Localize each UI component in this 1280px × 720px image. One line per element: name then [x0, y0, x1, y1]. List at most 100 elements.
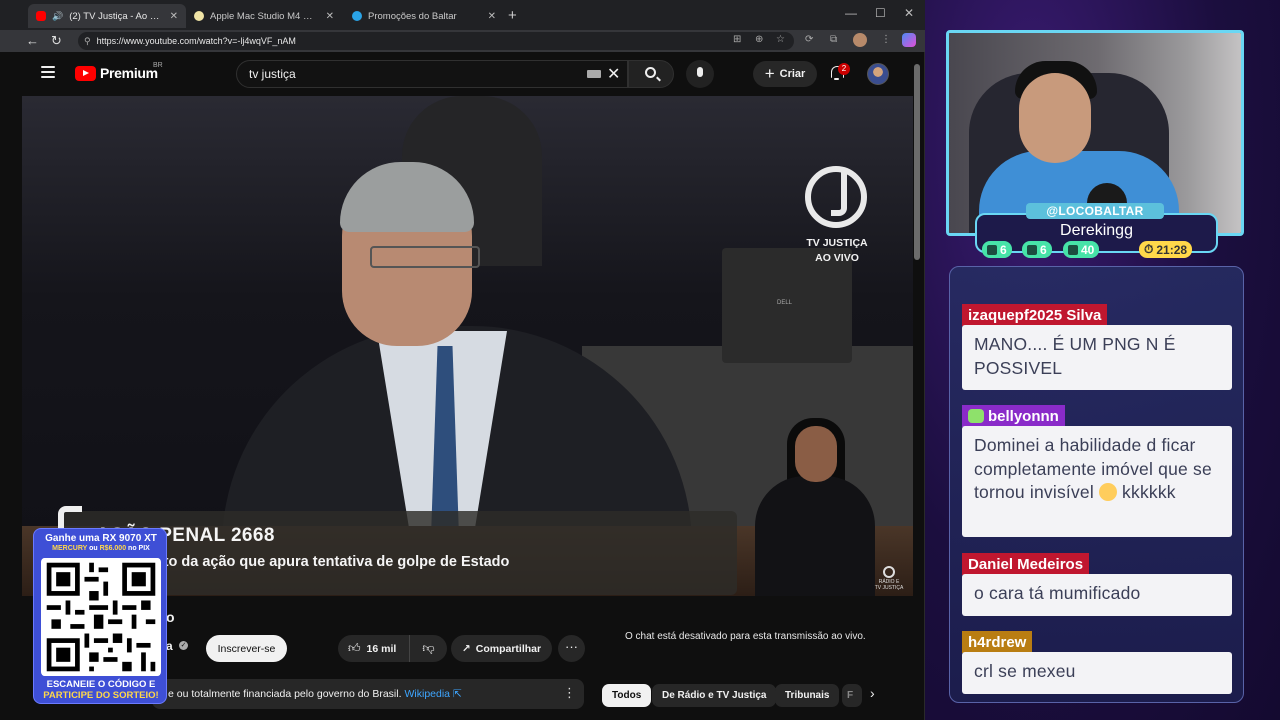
site-info-icon[interactable]: ⚲ — [84, 36, 91, 47]
menu-dots-icon[interactable]: ⋮ — [881, 34, 891, 45]
store-favicon-icon — [194, 11, 204, 21]
voice-search-button[interactable] — [686, 60, 714, 88]
tab-label: (2) TV Justiça - Ao vivo - You — [69, 10, 163, 22]
video-player[interactable]: TV JUSTIÇA AO VIVO AÇÃO PENAL 2668 Julga… — [22, 96, 913, 596]
zoom-icon[interactable]: ⊕ — [755, 34, 763, 45]
close-icon[interactable]: ✕ — [326, 11, 334, 22]
thumbs-up-icon: 👍︎ — [348, 641, 361, 655]
qr-code-icon — [41, 558, 161, 676]
youtube-play-icon — [75, 65, 96, 81]
chat-message: Dominei a habilidade d ficar completamen… — [962, 426, 1232, 537]
giveaway-qr-card: Ganhe uma RX 9070 XT MERCURY ou R$6.000 … — [33, 528, 167, 704]
browser-window: 🔊 (2) TV Justiça - Ao vivo - You ✕ Apple… — [0, 0, 925, 720]
account-avatar[interactable] — [867, 63, 889, 85]
cat-badge-icon — [968, 409, 984, 423]
profile-avatar[interactable] — [853, 33, 867, 47]
clear-search-icon[interactable]: ✕ — [607, 64, 620, 84]
tab-strip: 🔊 (2) TV Justiça - Ao vivo - You ✕ Apple… — [0, 0, 925, 30]
create-button[interactable]: + Criar — [753, 61, 817, 87]
funding-info-panel: e ou totalmente financiada pelo governo … — [152, 679, 584, 709]
twitch-count: 6 — [1000, 242, 1007, 257]
video-speaker-glasses — [370, 246, 480, 268]
video-title: o — [166, 609, 175, 625]
close-icon[interactable]: ✕ — [488, 11, 496, 22]
maximize-icon[interactable]: ☐ — [875, 6, 886, 20]
close-window-icon[interactable]: ✕ — [904, 6, 914, 20]
tab-apple[interactable]: Apple Mac Studio M4 Max 16-co ✕ — [186, 4, 342, 28]
new-tab-icon[interactable]: + — [508, 7, 517, 24]
chat-message: crl se mexeu — [962, 652, 1232, 694]
twitch-viewers-badge: 6 — [982, 241, 1012, 258]
like-button[interactable]: 👍︎ 16 mil — [338, 635, 410, 662]
extension-icon[interactable]: ⟳ — [805, 34, 813, 45]
info-text: e ou totalmente financiada pelo governo … — [168, 688, 402, 700]
bookmark-star-icon[interactable]: ☆ — [776, 34, 785, 45]
wikipedia-link[interactable]: Wikipedia — [405, 688, 451, 700]
uptime-value: 21:28 — [1156, 242, 1188, 257]
notification-badge: 2 — [838, 63, 850, 75]
telegram-favicon-icon — [352, 11, 362, 21]
tab-promocoes[interactable]: Promoções do Baltar ✕ — [344, 4, 504, 28]
youtube-premium-logo[interactable]: Premium BR — [75, 62, 163, 81]
chat-username: izaquepf2025 Silva — [962, 304, 1108, 326]
info-more-icon[interactable]: ⋮ — [563, 685, 576, 701]
chat-message: o cara tá mumificado — [962, 574, 1232, 616]
chip-todos[interactable]: Todos — [602, 684, 652, 707]
chat-message-text: Dominei a habilidade d ficar completamen… — [974, 435, 1212, 502]
chat-message-suffix: kkkkkk — [1117, 482, 1176, 502]
giveaway-title: Ganhe uma RX 9070 XT — [45, 533, 157, 544]
tab-label: Promoções do Baltar — [368, 10, 457, 22]
youtube-icon — [1027, 244, 1037, 255]
back-arrow-icon[interactable]: ← — [26, 33, 39, 48]
twitch-icon — [987, 244, 997, 255]
giveaway-sub-d: no PIX — [126, 545, 150, 552]
install-app-icon[interactable]: ⊞ — [733, 34, 741, 45]
menu-icon[interactable] — [41, 66, 55, 78]
verified-check-icon: ✓ — [179, 641, 188, 650]
tv-justica-watermark: TV JUSTIÇA AO VIVO — [792, 236, 882, 266]
giveaway-footer-1: ESCANEIE O CÓDIGO E — [46, 679, 156, 690]
sidebar-icon[interactable]: ⧉ — [830, 34, 837, 45]
chat-username: h4rdrew — [962, 631, 1033, 653]
channel-name[interactable]: a — [166, 639, 173, 653]
chat-username-row: bellyonnn — [962, 405, 1065, 427]
video-interpreter-body — [755, 476, 875, 596]
search-button[interactable] — [628, 60, 674, 88]
more-actions-button[interactable]: ··· — [558, 635, 585, 662]
thumbs-down-icon: 👎︎ — [422, 641, 435, 655]
subscribe-button[interactable]: Inscrever-se — [206, 635, 287, 662]
kick-viewers-badge: 40 — [1063, 241, 1100, 258]
minimize-icon[interactable]: — — [845, 6, 857, 20]
clock-icon: ⏱ — [1144, 242, 1154, 256]
keyboard-icon[interactable] — [587, 70, 601, 78]
create-label: Criar — [779, 68, 806, 80]
url-text: https://www.youtube.com/watch?v=-lj4wqVF… — [96, 36, 296, 46]
chat-username: Daniel Medeiros — [962, 553, 1090, 575]
tab-youtube[interactable]: 🔊 (2) TV Justiça - Ao vivo - You ✕ — [28, 4, 186, 28]
stream-uptime-badge: ⏱ 21:28 — [1139, 241, 1193, 258]
chip-partial[interactable]: F — [842, 684, 862, 707]
giveaway-sub-b: ou — [87, 545, 100, 552]
close-icon[interactable]: ✕ — [170, 11, 178, 22]
page-scrollbar[interactable] — [914, 64, 920, 260]
streamer-handle: @LOCOBALTAR — [1026, 203, 1164, 219]
search-query: tv justiça — [249, 67, 296, 81]
video-interpreter-head — [795, 426, 837, 482]
share-arrow-icon: ↗ — [461, 642, 471, 655]
giveaway-footer-2: PARTICIPE DO SORTEIO! — [43, 690, 159, 701]
plus-icon: + — [764, 64, 775, 83]
dislike-button[interactable]: 👎︎ — [410, 641, 447, 656]
giveaway-sub-a: MERCURY — [52, 545, 88, 552]
chip-tribunais[interactable]: Tribunais — [775, 684, 840, 707]
search-input[interactable]: tv justiça — [236, 60, 628, 88]
webcam-streamer-head — [1019, 73, 1091, 163]
youtube-favicon-icon — [36, 11, 46, 21]
address-bar[interactable]: ⚲ https://www.youtube.com/watch?v=-lj4wq… — [78, 32, 794, 50]
share-button[interactable]: ↗ Compartilhar — [451, 635, 552, 662]
current-alert-name: Derekingg — [1060, 222, 1133, 239]
copilot-icon[interactable] — [902, 33, 916, 47]
radio-logo-line2: TV JUSTIÇA — [874, 585, 904, 591]
chip-radio-tv-justica[interactable]: De Rádio e TV Justiça — [652, 684, 777, 707]
reload-icon[interactable]: ↻ — [51, 33, 62, 49]
chevron-right-icon[interactable]: › — [870, 685, 875, 701]
